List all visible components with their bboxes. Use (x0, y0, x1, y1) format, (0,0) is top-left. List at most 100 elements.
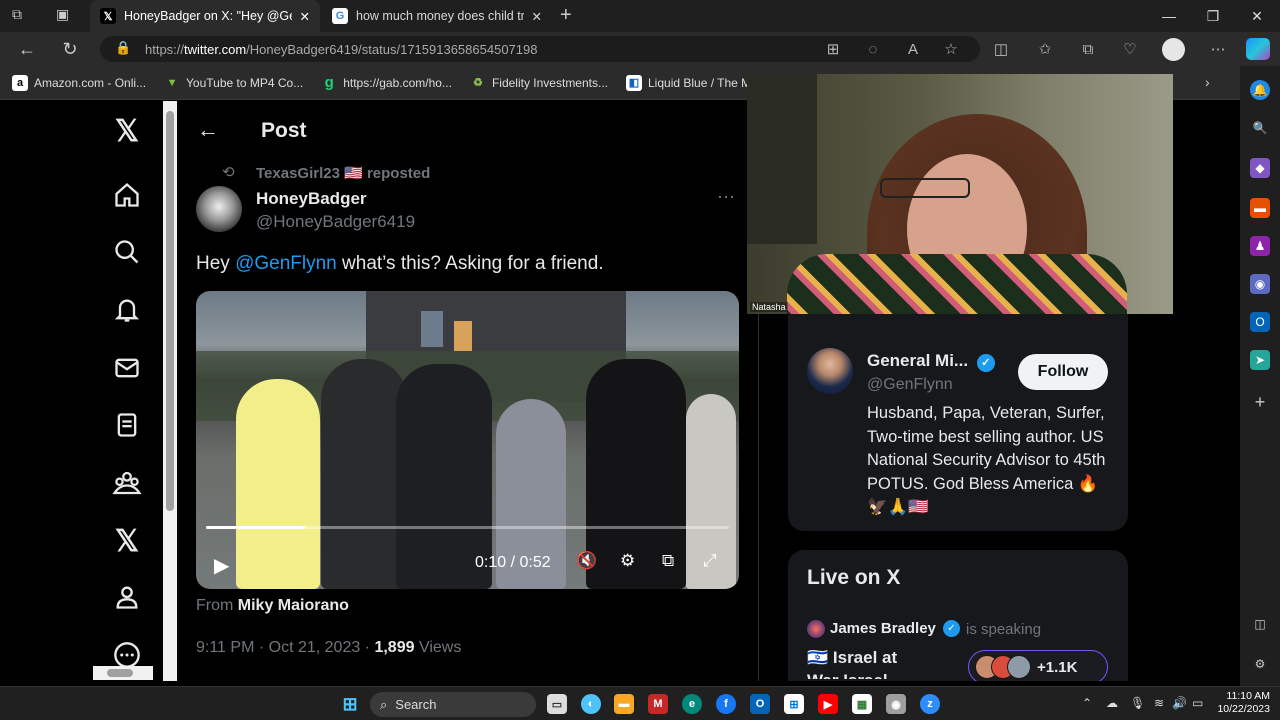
x-home-logo-icon[interactable]: 𝕏 (109, 113, 145, 149)
mcafee-icon[interactable]: M (648, 694, 668, 714)
tab-google-search[interactable]: G how much money does child traf ✕ (322, 0, 552, 32)
explore-search-icon[interactable] (109, 234, 145, 270)
messages-mail-icon[interactable] (109, 350, 145, 386)
home-icon[interactable] (109, 177, 145, 213)
notifications-bell-icon[interactable] (109, 292, 145, 328)
onedrive-cloud-icon[interactable]: ☁ (1106, 696, 1118, 710)
edge-icon[interactable]: e (682, 694, 702, 714)
widgets-icon[interactable]: ◐ (581, 694, 601, 714)
more-options-icon[interactable]: ⋯ (717, 187, 735, 208)
back-arrow-icon[interactable]: ← (197, 117, 219, 143)
url-field[interactable]: 🔒 https://twitter.com/HoneyBadger6419/st… (100, 36, 980, 62)
outlook-taskbar-icon[interactable]: O (750, 694, 770, 714)
hide-sidebar-icon[interactable]: ◫ (1250, 614, 1270, 634)
profile-person-icon[interactable] (109, 579, 145, 615)
drop-icon[interactable]: ➤ (1250, 350, 1270, 370)
bookmark-amazon[interactable]: a Amazon.com - Onli... (12, 74, 146, 91)
task-view-icon[interactable]: ▭ (547, 694, 567, 714)
bookmark-youtube-mp4[interactable]: ▼ YouTube to MP4 Co... (164, 75, 304, 91)
read-aloud-icon[interactable]: A (902, 38, 924, 60)
windows-start-icon[interactable]: ⊞ (340, 694, 360, 714)
wifi-icon[interactable]: ≋ (1154, 696, 1164, 710)
favorite-star-icon[interactable]: ☆ (940, 38, 962, 60)
video-player[interactable]: ▶ 0:10 / 0:52 🔇 ⚙ ⧉ ⤢ (196, 291, 739, 589)
tracking-prevention-icon[interactable]: ◌ (862, 38, 884, 60)
bookmark-gab[interactable]: g https://gab.com/ho... (321, 74, 452, 91)
workspaces-icon[interactable]: ⧉ (12, 6, 34, 26)
spreadsheet-icon[interactable]: ▦ (852, 694, 872, 714)
tab-honeybadger[interactable]: 𝕏 HoneyBadger on X: "Hey @GenF ✕ (90, 0, 320, 32)
chevron-right-icon[interactable]: › (1205, 74, 1210, 90)
author-handle[interactable]: @HoneyBadger6419 (256, 212, 415, 232)
repost-label[interactable]: TexasGirl23 🇺🇸 reposted (256, 164, 430, 182)
split-screen-icon[interactable]: ◫ (990, 38, 1012, 60)
shopping-icon[interactable]: ◆ (1250, 158, 1270, 178)
new-tab-button[interactable]: + (560, 4, 582, 28)
refresh-button[interactable]: ↻ (55, 34, 85, 64)
close-tab-icon[interactable]: ✕ (532, 9, 542, 24)
space-host-name[interactable]: James Bradley (830, 620, 936, 637)
fullscreen-icon[interactable]: ⤢ (703, 551, 717, 571)
author-name[interactable]: HoneyBadger (256, 189, 367, 209)
settings-gear-icon[interactable]: ⚙ (1250, 654, 1270, 674)
games-icon[interactable]: ♟ (1250, 236, 1270, 256)
space-host-avatar[interactable] (807, 620, 825, 638)
profile-handle[interactable]: @GenFlynn (867, 376, 953, 394)
post-timestamp[interactable]: 9:11 PM · Oct 21, 2023 · (196, 639, 374, 656)
collections-icon[interactable]: ⧉ (1077, 38, 1099, 60)
file-explorer-icon[interactable]: ▬ (614, 694, 634, 714)
author-avatar[interactable] (196, 186, 242, 232)
search-icon[interactable]: 🔍 (1250, 118, 1270, 138)
genflynn-avatar[interactable] (807, 348, 853, 394)
show-hidden-icons-chevron-icon[interactable]: ⌃ (1082, 696, 1092, 710)
mention-link[interactable]: @GenFlynn (235, 253, 337, 274)
maximize-button[interactable]: ❐ (1190, 0, 1236, 32)
youtube-icon[interactable]: ▶ (818, 694, 838, 714)
space-listeners[interactable]: +1.1K (968, 650, 1108, 681)
tools-icon[interactable]: ▬ (1250, 198, 1270, 218)
taskbar-search[interactable]: ⌕ Search (370, 692, 536, 717)
apps-icon[interactable]: ⊞ (822, 38, 844, 60)
camera-icon[interactable]: ◉ (886, 694, 906, 714)
lists-icon[interactable] (109, 407, 145, 443)
notifications-icon[interactable]: 🔔 (1250, 80, 1270, 100)
left-scrollbar[interactable] (163, 101, 177, 681)
close-window-button[interactable]: ✕ (1234, 0, 1280, 32)
bookmark-liquid-blue[interactable]: ◧ Liquid Blue / The M... (626, 74, 761, 91)
volume-icon[interactable]: 🔊 (1172, 696, 1187, 710)
play-icon[interactable]: ▶ (214, 553, 229, 578)
lock-icon[interactable]: 🔒 (115, 40, 131, 56)
follow-button[interactable]: Follow (1018, 354, 1108, 390)
clock-date: 10/22/2023 (1217, 703, 1270, 715)
horizontal-scrollbar[interactable] (93, 666, 153, 680)
browser-essentials-icon[interactable]: ♡ (1119, 38, 1141, 60)
bookmark-fidelity[interactable]: ♻ Fidelity Investments... (470, 75, 608, 91)
space-title[interactable]: 🇮🇱 Israel at (807, 648, 897, 668)
profile-avatar[interactable] (1162, 38, 1185, 61)
copilot-sidebar-icon[interactable]: ◉ (1250, 274, 1270, 294)
space-title-line2: War Israel (807, 671, 888, 679)
close-tab-icon[interactable]: ✕ (300, 9, 310, 24)
more-options-icon[interactable]: ⋯ (1207, 38, 1229, 60)
premium-x-icon[interactable]: 𝕏 (109, 523, 145, 559)
taskbar-clock[interactable]: 11:10 AM 10/22/2023 (1214, 690, 1270, 716)
communities-icon[interactable] (109, 465, 145, 501)
zoom-icon[interactable]: z (920, 694, 940, 714)
battery-icon[interactable]: ▭ (1192, 696, 1203, 710)
mute-icon[interactable]: 🔇 (576, 551, 597, 571)
add-sidebar-app-icon[interactable]: + (1250, 392, 1270, 412)
outlook-icon[interactable]: O (1250, 312, 1270, 332)
video-progress-track[interactable] (206, 526, 729, 529)
copilot-icon[interactable] (1246, 38, 1270, 60)
microsoft-store-icon[interactable]: ⊞ (784, 694, 804, 714)
microphone-icon[interactable]: 🎙 (1130, 696, 1145, 710)
profile-name[interactable]: General Mi... ✓ (867, 351, 995, 372)
back-button[interactable]: ← (12, 34, 42, 64)
minimize-button[interactable]: — (1146, 0, 1192, 32)
tab-actions-icon[interactable]: ▣ (56, 6, 78, 26)
picture-in-picture-icon[interactable]: ⧉ (662, 551, 674, 571)
video-settings-gear-icon[interactable]: ⚙ (620, 551, 635, 571)
favorites-icon[interactable]: ✩ (1034, 38, 1056, 60)
from-name-link[interactable]: Miky Maiorano (238, 597, 349, 614)
facebook-icon[interactable]: f (716, 694, 736, 714)
